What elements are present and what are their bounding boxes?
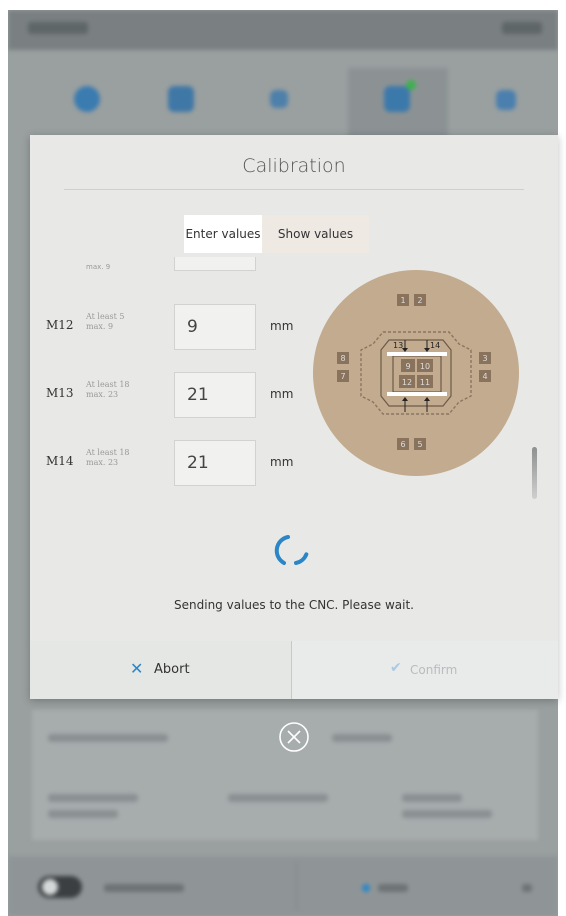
confirm-label: Confirm: [410, 663, 458, 677]
marker-8: 8: [340, 354, 345, 363]
bg-line: [48, 794, 138, 802]
close-x-icon: ✕: [130, 659, 144, 678]
marker-4: 4: [482, 372, 487, 381]
confirm-button[interactable]: ✔ Confirm: [292, 641, 558, 699]
bg-line: [48, 810, 118, 818]
status-message: Sending values to the CNC. Please wait.: [174, 598, 414, 612]
field-hint: At least 5 max. 9: [86, 312, 150, 332]
field-hint: At least 18 max. 23: [86, 448, 150, 468]
hint-min: At least 18: [86, 448, 130, 457]
marker-9: 9: [405, 362, 410, 371]
marker-3: 3: [482, 354, 487, 363]
field-value: 21: [187, 453, 209, 473]
spinner-arc: [294, 535, 310, 565]
calibration-diagram: 13 14 1 2 3 4 5 6 7 8 9 10 11 12: [313, 270, 519, 476]
field-input-m14[interactable]: 21: [174, 440, 256, 486]
hint-max: max. 9: [86, 322, 114, 331]
bg-line: [522, 884, 532, 892]
abort-button[interactable]: ✕ Abort: [30, 641, 291, 699]
diagram-bar-top: [387, 352, 447, 356]
marker-14-label: 14: [430, 341, 440, 350]
loading-spinner-icon: [274, 535, 310, 565]
field-input-m13[interactable]: 21: [174, 372, 256, 418]
field-value: 21: [187, 385, 209, 405]
hint-max: max. 23: [86, 390, 119, 399]
bg-dot: [362, 884, 370, 892]
title-divider: [64, 189, 524, 190]
field-hint: At least 18 max. 23: [86, 380, 150, 400]
marker-11: 11: [420, 378, 430, 387]
field-unit: mm: [270, 387, 294, 401]
field-label: M14: [46, 454, 74, 468]
marker-13-label: 13: [393, 341, 403, 350]
partial-field-row: max. 9: [30, 257, 310, 287]
app-bottombar: [8, 856, 558, 916]
app-menu-placeholder: [28, 22, 88, 34]
marker-7: 7: [340, 372, 345, 381]
bg-line: [332, 734, 392, 742]
tool-icon: [496, 90, 516, 110]
field-label: M12: [46, 318, 74, 332]
tab-show-values[interactable]: Show values: [262, 215, 369, 253]
field-row-m13: M13 At least 18 max. 23 21 mm: [30, 372, 310, 418]
bg-divider: [296, 862, 297, 910]
scrollbar-thumb[interactable]: [532, 447, 537, 499]
map-icon: [168, 86, 194, 112]
bg-line: [104, 884, 184, 892]
marker-6: 6: [400, 440, 405, 449]
calibration-dialog: Calibration Enter values Show values max…: [30, 135, 558, 699]
marker-12: 12: [402, 378, 412, 387]
marker-5: 5: [417, 440, 422, 449]
app-user-placeholder: [502, 22, 542, 34]
hint-min: At least 5: [86, 312, 125, 321]
field-row-m14: M14 At least 18 max. 23 21 mm: [30, 440, 310, 486]
bg-line: [378, 884, 408, 892]
bg-line: [48, 734, 168, 742]
bg-line: [402, 794, 462, 802]
close-circle-icon[interactable]: [277, 720, 311, 754]
tab-enter-values[interactable]: Enter values: [184, 215, 262, 253]
field-input-m12[interactable]: 9: [174, 304, 256, 350]
abort-label: Abort: [154, 662, 190, 677]
status-dot-icon: [406, 80, 416, 90]
bg-toggle: [38, 876, 82, 898]
diagram-bar-bottom: [387, 392, 447, 396]
field-unit: mm: [270, 319, 294, 333]
field-label: M13: [46, 386, 74, 400]
tab-bar: Enter values Show values: [184, 215, 369, 253]
hint-max: max. 23: [86, 458, 119, 467]
bg-line: [228, 794, 328, 802]
checkmark-icon: ✔: [390, 660, 402, 676]
field-row-m12: M12 At least 5 max. 9 9 mm: [30, 304, 310, 350]
hint-min: At least 18: [86, 380, 130, 389]
dialog-title: Calibration: [242, 155, 346, 177]
app-topbar: [8, 10, 558, 50]
spinner-arc: [274, 535, 290, 565]
settings-icon: [74, 86, 100, 112]
arrows-icon: [270, 90, 288, 108]
partial-field-hint: max. 9: [86, 263, 111, 271]
bg-line: [402, 810, 492, 818]
machine-icon: [384, 86, 410, 112]
field-value: 9: [187, 317, 198, 337]
marker-2: 2: [417, 296, 422, 305]
partial-field-input[interactable]: [174, 257, 256, 271]
dialog-footer: ✕ Abort ✔ Confirm: [30, 641, 558, 699]
marker-1: 1: [400, 296, 405, 305]
field-unit: mm: [270, 455, 294, 469]
marker-10: 10: [420, 362, 430, 371]
